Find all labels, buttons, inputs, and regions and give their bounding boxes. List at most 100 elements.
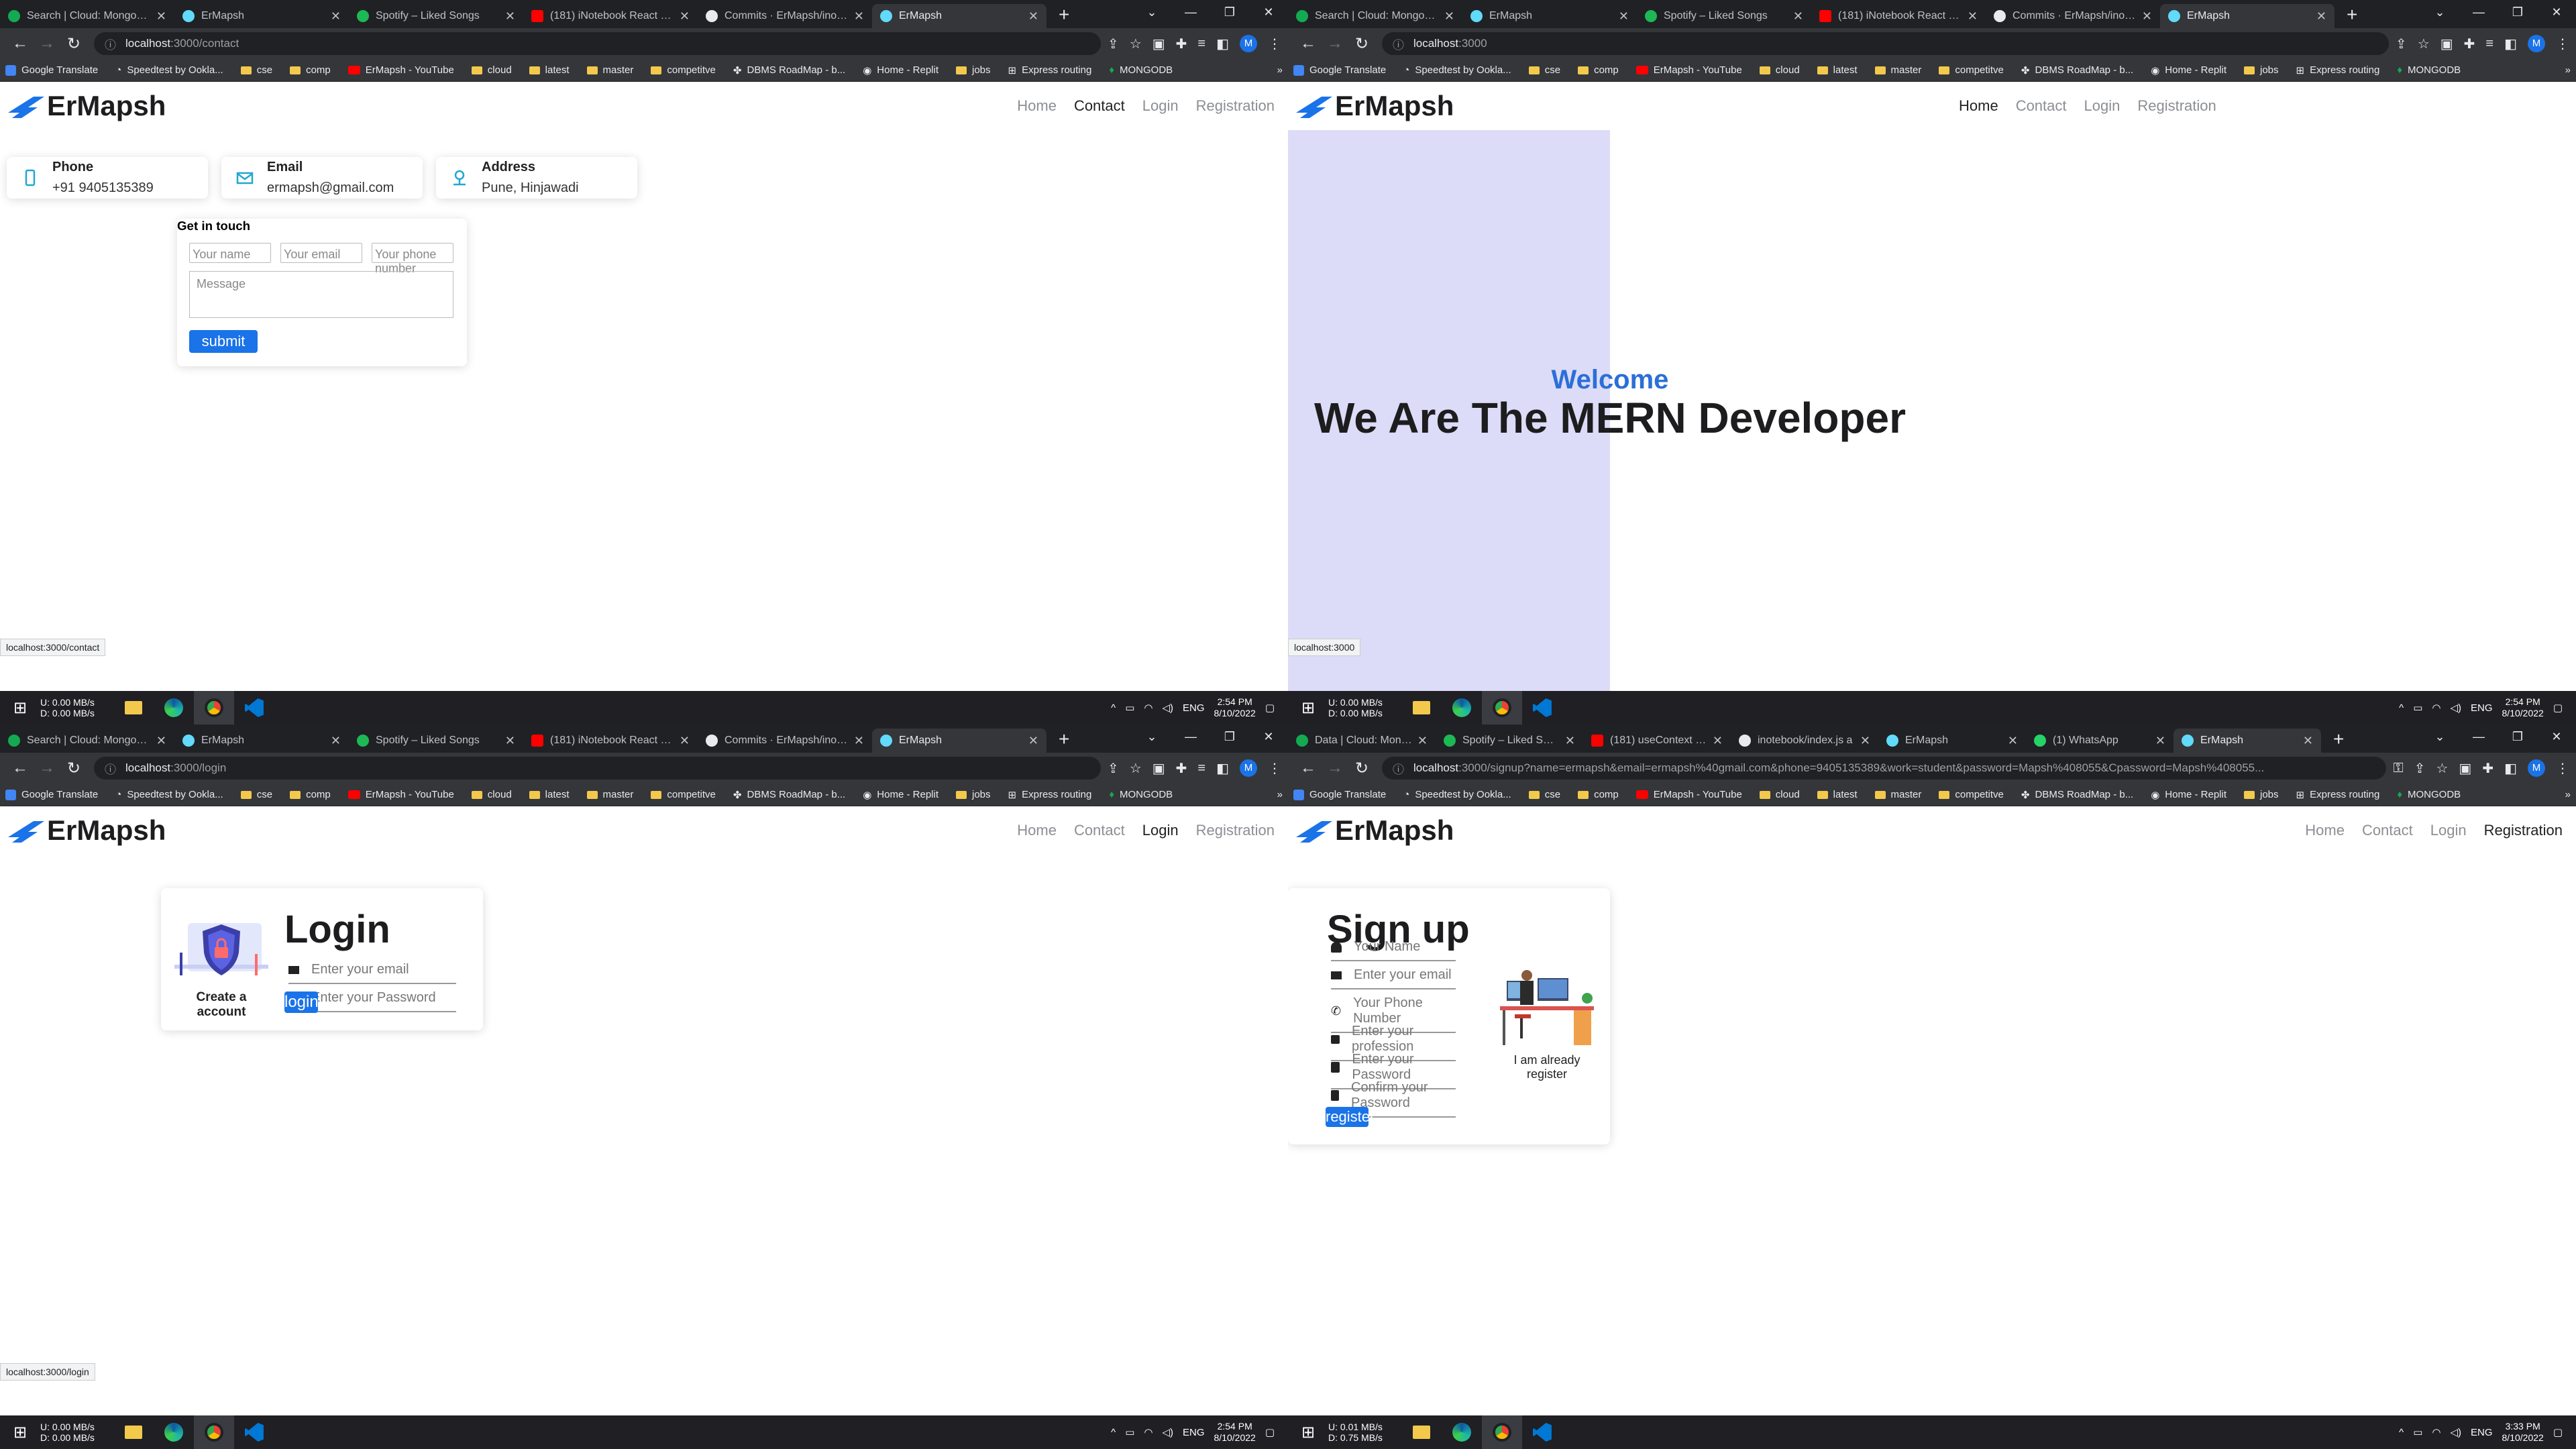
close-tab-icon[interactable]: ✕	[1028, 734, 1038, 748]
bookmark[interactable]: ◔ Speedtest by Ookla...	[115, 64, 223, 76]
edge-icon[interactable]	[1442, 691, 1482, 724]
file-explorer-icon[interactable]	[1401, 1415, 1442, 1449]
address-bar[interactable]: ⓘ localhost:3000/login	[94, 757, 1102, 780]
nav-contact[interactable]: Contact	[1074, 97, 1125, 115]
bookmark[interactable]: Google Translate	[5, 789, 98, 800]
login-email-field[interactable]: Enter your email	[288, 962, 456, 984]
close-tab-icon[interactable]: ✕	[505, 9, 515, 23]
forward-icon[interactable]: →	[1322, 34, 1348, 53]
bookmark[interactable]: master	[586, 789, 633, 800]
browser-tab[interactable]: Spotify – Liked Songs ✕	[1637, 4, 1811, 28]
tab-search-icon[interactable]: ⌄	[2420, 724, 2459, 749]
bookmark[interactable]: jobs	[956, 789, 991, 800]
submit-button[interactable]: submit	[189, 330, 258, 353]
forward-icon[interactable]: →	[34, 759, 60, 777]
browser-tab[interactable]: (1) WhatsApp ✕	[2026, 729, 2174, 753]
extension-icon[interactable]: ▣	[1152, 36, 1165, 52]
bookmark[interactable]: ✤ DBMS RoadMap - b...	[733, 64, 845, 76]
battery-icon[interactable]: ▭	[1125, 1426, 1134, 1438]
address-bar[interactable]: ⓘ localhost:3000/contact	[94, 32, 1102, 55]
back-icon[interactable]: ←	[7, 759, 34, 777]
windows-start-icon[interactable]: ⊞	[1288, 698, 1328, 718]
menu-icon[interactable]: ⋮	[1268, 36, 1281, 52]
browser-tab[interactable]: (181) iNotebook React Proj ✕	[1811, 4, 1986, 28]
file-explorer-icon[interactable]	[113, 1415, 154, 1449]
nav-contact[interactable]: Contact	[1074, 822, 1125, 839]
bookmark[interactable]: master	[586, 64, 633, 76]
tab-search-icon[interactable]: ⌄	[1132, 724, 1171, 749]
browser-tab[interactable]: Spotify – Liked Songs ✕	[349, 4, 523, 28]
nav-registration[interactable]: Registration	[2137, 97, 2216, 115]
bookmark[interactable]: ◔ Speedtest by Ookla...	[115, 789, 223, 800]
clock[interactable]: 2:54 PM 8/10/2022	[2502, 696, 2544, 719]
vscode-icon[interactable]	[1522, 1415, 1562, 1449]
reading-list-icon[interactable]: ≡	[1197, 36, 1205, 52]
star-icon[interactable]: ☆	[1130, 36, 1142, 52]
bookmark[interactable]: competitve	[1939, 64, 2004, 76]
close-tab-icon[interactable]: ✕	[1444, 9, 1454, 23]
volume-icon[interactable]: ◁)	[1162, 1426, 1173, 1438]
close-tab-icon[interactable]: ✕	[331, 734, 341, 748]
brand[interactable]: ErMapsh	[7, 814, 166, 847]
clock[interactable]: 3:33 PM 8/10/2022	[2502, 1421, 2544, 1444]
chrome-icon[interactable]	[1481, 1415, 1522, 1449]
phone-input[interactable]: Your phone number	[372, 243, 453, 275]
bookmark[interactable]: Google Translate	[1293, 64, 1386, 76]
bookmark[interactable]: cloud	[1759, 64, 1800, 76]
bookmark[interactable]: ♦ MONGODB	[2397, 789, 2461, 800]
share-icon[interactable]: ⇪	[2414, 760, 2426, 777]
browser-tab-active[interactable]: ErMapsh ✕	[2160, 4, 2334, 28]
bookmark[interactable]: ✤ DBMS RoadMap - b...	[2021, 64, 2133, 76]
close-tab-icon[interactable]: ✕	[2008, 734, 2018, 748]
address-bar[interactable]: ⓘ localhost:3000	[1382, 32, 2390, 55]
sidebar-icon[interactable]: ◧	[2504, 760, 2517, 777]
wifi-icon[interactable]: ◠	[1144, 702, 1152, 714]
bookmark[interactable]: ErMapsh - YouTube	[1635, 789, 1742, 800]
profile-avatar[interactable]: M	[1240, 35, 1257, 52]
close-tab-icon[interactable]: ✕	[1028, 9, 1038, 23]
close-tab-icon[interactable]: ✕	[1860, 734, 1870, 748]
battery-icon[interactable]: ▭	[2413, 702, 2422, 714]
bookmark[interactable]: ✤ DBMS RoadMap - b...	[733, 789, 845, 801]
volume-icon[interactable]: ◁)	[2450, 1426, 2461, 1438]
close-window-icon[interactable]: ✕	[2537, 724, 2576, 749]
extension-icon[interactable]: ▣	[2459, 760, 2471, 777]
puzzle-icon[interactable]: ✚	[1176, 760, 1187, 777]
close-window-icon[interactable]: ✕	[2537, 0, 2576, 24]
windows-start-icon[interactable]: ⊞	[0, 1423, 40, 1442]
nav-home[interactable]: Home	[1017, 822, 1057, 839]
menu-icon[interactable]: ⋮	[2556, 760, 2569, 777]
already-registered-link[interactable]: I am already register	[1493, 1053, 1601, 1081]
sidebar-icon[interactable]: ◧	[2504, 36, 2517, 52]
minimize-icon[interactable]: —	[1171, 724, 1210, 749]
nav-contact[interactable]: Contact	[2016, 97, 2067, 115]
puzzle-icon[interactable]: ✚	[2464, 36, 2475, 52]
close-window-icon[interactable]: ✕	[1249, 0, 1288, 24]
nav-login[interactable]: Login	[1142, 97, 1179, 115]
share-icon[interactable]: ⇪	[1108, 760, 1119, 777]
bookmark[interactable]: master	[1874, 64, 1921, 76]
bookmark[interactable]: master	[1874, 789, 1921, 800]
vscode-icon[interactable]	[234, 691, 274, 724]
close-tab-icon[interactable]: ✕	[2316, 9, 2326, 23]
more-bookmarks-icon[interactable]: »	[1277, 789, 1283, 800]
new-tab-button[interactable]: +	[1046, 729, 1081, 753]
wifi-icon[interactable]: ◠	[1144, 1426, 1152, 1438]
back-icon[interactable]: ←	[7, 34, 34, 53]
profile-avatar[interactable]: M	[2528, 759, 2545, 777]
brand[interactable]: ErMapsh	[1295, 90, 1454, 122]
close-tab-icon[interactable]: ✕	[680, 734, 690, 748]
bookmark[interactable]: jobs	[2244, 64, 2279, 76]
wifi-icon[interactable]: ◠	[2432, 1426, 2440, 1438]
browser-tab[interactable]: Search | Cloud: MongoDB C ✕	[0, 4, 174, 28]
bookmark[interactable]: jobs	[2244, 789, 2279, 800]
forward-icon[interactable]: →	[34, 34, 60, 53]
sidebar-icon[interactable]: ◧	[1216, 36, 1229, 52]
minimize-icon[interactable]: —	[2459, 0, 2498, 24]
browser-tab[interactable]: Data | Cloud: Mongo ✕	[1288, 729, 1436, 753]
bookmark[interactable]: comp	[290, 789, 331, 800]
close-tab-icon[interactable]: ✕	[331, 9, 341, 23]
message-textarea[interactable]: Message	[189, 271, 453, 318]
browser-tab[interactable]: (181) iNotebook React Proj ✕	[523, 729, 698, 753]
bookmark[interactable]: comp	[1578, 789, 1619, 800]
